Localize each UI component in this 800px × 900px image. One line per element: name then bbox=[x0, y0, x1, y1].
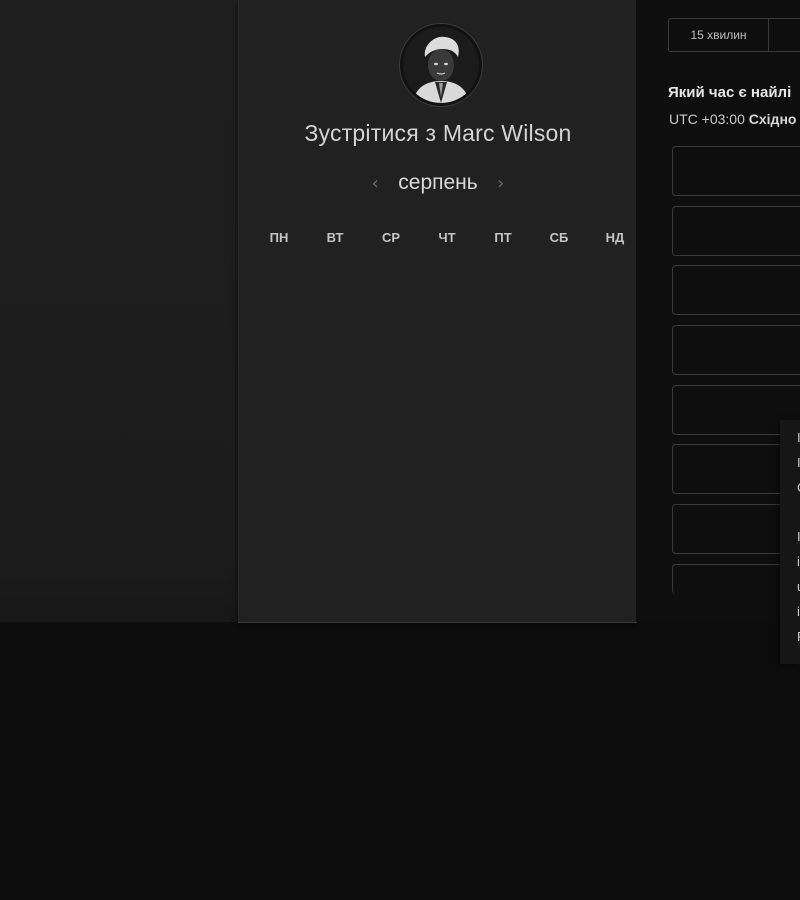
duration-tabs: 15 хвилин bbox=[668, 18, 800, 52]
duration-tab-2[interactable] bbox=[769, 19, 800, 51]
month-label: серпень bbox=[398, 171, 478, 194]
timezone-name: Східно bbox=[748, 111, 797, 127]
host-name: Marc Wilson bbox=[442, 120, 572, 146]
timezone-label[interactable]: UTC +03:00 Східно bbox=[669, 111, 796, 127]
weekday-wed: СР bbox=[381, 230, 401, 245]
weekday-header-row: ПН ВТ СР ЧТ ПТ СБ НД bbox=[251, 230, 643, 245]
meeting-title-prefix: Зустрітися з bbox=[304, 120, 437, 146]
time-slot-button[interactable] bbox=[672, 146, 800, 196]
host-avatar bbox=[400, 24, 482, 106]
weekday-sat: СБ bbox=[549, 230, 569, 245]
backdrop-bottom bbox=[0, 622, 800, 900]
weekday-sun: НД bbox=[605, 230, 625, 245]
meeting-title: Зустрітися з Marc Wilson bbox=[239, 120, 637, 147]
time-slot-button[interactable] bbox=[672, 325, 800, 375]
weekday-fri: ПТ bbox=[494, 230, 512, 245]
timezone-offset: UTC +03:00 bbox=[669, 111, 745, 127]
weekday-thu: ЧТ bbox=[438, 230, 456, 245]
chevron-right-icon[interactable]: › bbox=[494, 173, 508, 194]
time-slot-button[interactable] bbox=[672, 206, 800, 256]
scheduler-card: Зустрітися з Marc Wilson ‹ серпень › ПН … bbox=[238, 0, 637, 623]
duration-tab-15[interactable]: 15 хвилин bbox=[669, 19, 769, 51]
backdrop-left bbox=[0, 0, 240, 625]
time-slot-panel: 15 хвилин Який час є найлі UTC +03:00 Сх… bbox=[636, 0, 800, 622]
popup-text-fragment: i bbox=[797, 554, 800, 569]
cookie-popup: I I C I i u i F bbox=[780, 420, 800, 664]
chevron-left-icon[interactable]: ‹ bbox=[368, 173, 382, 194]
weekday-tue: ВТ bbox=[326, 230, 344, 245]
popup-text-fragment: i bbox=[797, 604, 800, 619]
time-slot-button[interactable] bbox=[672, 265, 800, 315]
best-time-heading: Який час є найлі bbox=[668, 84, 792, 101]
month-navigation: ‹ серпень › bbox=[239, 168, 637, 198]
weekday-mon: ПН bbox=[269, 230, 289, 245]
